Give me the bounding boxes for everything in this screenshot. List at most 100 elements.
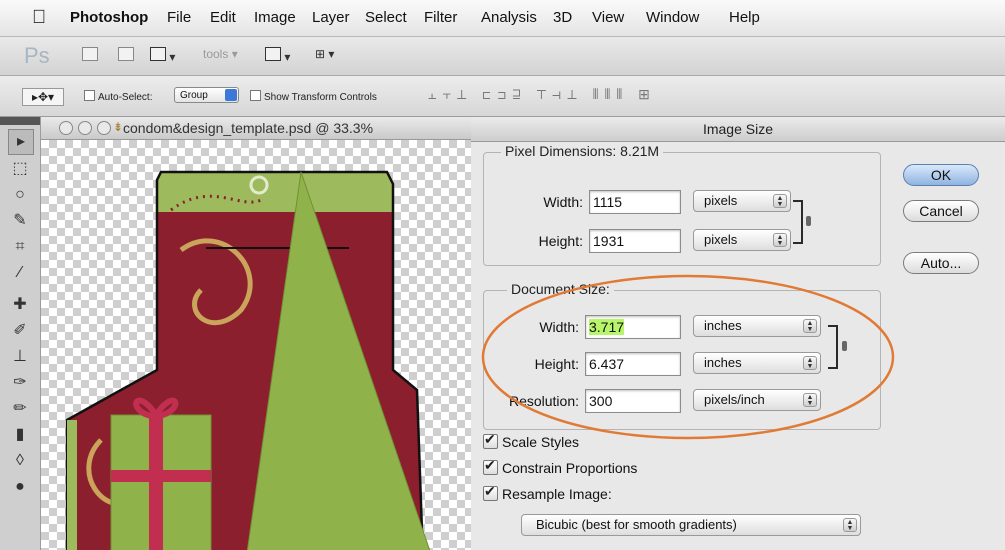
stepper-arrows-icon: ▲ ▼ [803,356,817,370]
pixel-height-unit-select[interactable]: pixels ▲ ▼ [693,229,791,251]
pixel-dimensions-label: Pixel Dimensions: [505,143,617,159]
crop-tool-icon[interactable]: ⌗ [8,235,32,259]
menu-edit[interactable]: Edit [210,9,236,26]
resolution-input[interactable]: 300 [585,389,681,413]
menu-help[interactable]: Help [729,9,760,26]
cancel-button[interactable]: Cancel [903,200,979,222]
auto-select-checkbox[interactable]: Auto-Select: [84,90,152,103]
left-green-strip [67,420,77,550]
tools-panel: ▸ ⬚ ○ ✎ ⌗ ⁄ ✚ ✐ ⊥ ✑ ✏ ▮ ◊ ● [0,117,41,550]
constrain-proportions-checkbox[interactable]: Constrain Proportions [483,457,638,476]
application-bar: Ps ▾ tools ▾ ▾ ⊞ ▾ [0,37,1005,76]
pixel-width-input[interactable]: 1115 [589,190,681,214]
doc-height-input[interactable]: 6.437 [585,352,681,376]
resample-image-checkbox[interactable]: Resample Image: [483,483,612,502]
lasso-tool-icon[interactable]: ○ [8,183,32,207]
close-window-icon[interactable] [59,121,73,135]
resolution-unit: pixels/inch [704,392,765,407]
mini-bridge-icon[interactable] [118,47,134,64]
menu-image[interactable]: Image [254,9,296,26]
resample-method-select[interactable]: Bicubic (best for smooth gradients) ▲ ▼ [521,514,861,536]
gift-ribbon-horizontal [111,470,211,482]
tools-label: tools [203,47,229,61]
tools-menu[interactable]: tools ▾ [203,47,238,61]
blur-tool-icon[interactable]: ◊ [8,449,32,473]
history-brush-tool-icon[interactable]: ✑ [8,371,32,395]
pixel-width-unit: pixels [704,193,738,208]
auto-select-value: Group [180,90,208,101]
menu-analysis[interactable]: Analysis [481,9,537,26]
dropdown-arrow-icon [225,89,237,101]
healing-brush-tool-icon[interactable]: ✚ [8,293,32,317]
menu-file[interactable]: File [167,9,191,26]
resolution-label: Resolution: [508,393,579,409]
move-tool-icon[interactable]: ▸ [8,129,34,155]
pixel-link-bracket [793,200,803,244]
zoom-window-icon[interactable] [97,121,111,135]
stepper-arrows-icon: ▲ ▼ [803,319,817,333]
checkbox-checked-icon [483,483,498,501]
menu-app-name[interactable]: Photoshop [70,9,148,26]
stepper-arrows-icon: ▲ ▼ [843,518,857,532]
pixel-width-unit-select[interactable]: pixels ▲ ▼ [693,190,791,212]
ok-button[interactable]: OK [903,164,979,186]
bridge-icon[interactable] [82,47,98,64]
chain-link-icon [842,341,847,351]
menu-layer[interactable]: Layer [312,9,350,26]
screen-mode-icon[interactable]: ▾ [150,47,175,64]
minimize-window-icon[interactable] [78,121,92,135]
quick-select-tool-icon[interactable]: ✎ [8,209,32,233]
scale-styles-checkbox[interactable]: Scale Styles [483,431,580,450]
scale-styles-label: Scale Styles [502,434,580,450]
marquee-tool-icon[interactable]: ⬚ [8,157,32,181]
pixel-height-unit: pixels [704,232,738,247]
pixel-dimensions-size: 8.21M [620,143,660,159]
pixel-height-input[interactable]: 1931 [589,229,681,253]
gift-ribbon-vertical [149,415,163,550]
photoshop-logo: Ps [24,43,50,68]
document-title-bar: ⇟ condom&design_template.psd @ 33.3% [41,117,471,140]
doc-width-input[interactable]: 3.717 [585,315,681,339]
arrange-documents-icon[interactable]: ⊞ ▾ [315,47,334,61]
eyedropper-tool-icon[interactable]: ⁄ [8,261,32,285]
auto-select-dropdown[interactable]: Group [174,87,239,103]
dodge-tool-icon[interactable]: ● [8,475,32,499]
chain-link-icon [806,216,811,226]
doc-width-label: Width: [539,319,579,335]
move-tool-preset-icon[interactable]: ▸✥▾ [22,88,64,106]
show-transform-label: Show Transform Controls [264,92,377,103]
menu-3d[interactable]: 3D [553,9,572,26]
doc-link-bracket [828,325,838,369]
menu-filter[interactable]: Filter [424,9,457,26]
design-artwork [65,170,431,550]
resolution-unit-select[interactable]: pixels/inch ▲ ▼ [693,389,821,411]
checkbox-checked-icon [483,431,498,449]
show-transform-checkbox[interactable]: Show Transform Controls [250,90,377,103]
auto-button[interactable]: Auto... [903,252,979,274]
menu-select[interactable]: Select [365,9,407,26]
align-icons[interactable]: ⫠⫟⊥ ⊏⊐⊒ ⊤⊣⊥ ⫴⫴⫴ ⊞ [428,86,656,103]
brush-tool-icon[interactable]: ✐ [8,319,32,343]
document-canvas[interactable] [41,140,471,550]
menu-view[interactable]: View [592,9,624,26]
document-size-legend: Document Size: [507,281,614,297]
doc-width-unit-select[interactable]: inches ▲ ▼ [693,315,821,337]
doc-width-value: 3.717 [589,319,625,335]
zoom-icon[interactable]: ▾ [265,47,290,64]
pixel-height-label: Height: [538,233,583,249]
gradient-tool-icon[interactable]: ▮ [8,423,32,447]
stepper-arrows-icon: ▲ ▼ [803,393,817,407]
document-title: condom&design_template.psd @ 33.3% [123,120,374,136]
doc-height-label: Height: [534,356,579,372]
pixel-width-label: Width: [543,194,583,210]
doc-width-unit: inches [704,318,742,333]
clone-stamp-tool-icon[interactable]: ⊥ [8,345,32,369]
image-size-dialog: Pixel Dimensions: 8.21M Width: 1115 pixe… [471,142,1005,550]
eraser-tool-icon[interactable]: ✏ [8,397,32,421]
document-icon: ⇟ [113,120,124,134]
menu-window[interactable]: Window [646,9,699,26]
apple-icon[interactable]:  [32,8,46,27]
auto-select-label: Auto-Select: [98,92,153,103]
constrain-proportions-label: Constrain Proportions [502,460,638,476]
doc-height-unit-select[interactable]: inches ▲ ▼ [693,352,821,374]
